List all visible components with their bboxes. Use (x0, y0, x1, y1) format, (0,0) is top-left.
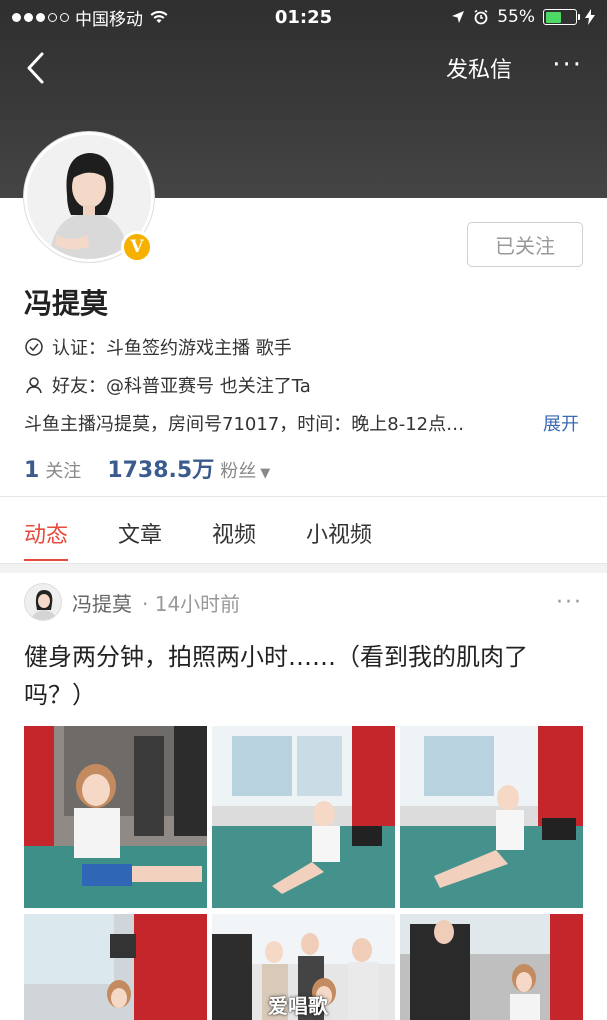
profile-stats: 1 关注 1738.5万 粉丝 ▼ (24, 452, 270, 484)
profile-tabs: 动态 文章 视频 小视频 (0, 497, 607, 563)
charging-icon (585, 9, 595, 25)
send-message-button[interactable]: 发私信 (446, 52, 512, 84)
wifi-icon (150, 10, 168, 23)
post-photo-4[interactable] (24, 914, 207, 1020)
location-arrow-icon (452, 11, 465, 23)
follow-status-button[interactable]: 已关注 (467, 222, 583, 267)
user-icon (26, 377, 42, 394)
post-header: 冯提莫 · 14小时前 (24, 583, 240, 621)
post-avatar[interactable] (24, 583, 62, 621)
following-count[interactable]: 1 (24, 458, 39, 483)
section-gap (0, 563, 607, 573)
status-left: 中国移动 (12, 5, 232, 30)
status-right: 55% (451, 7, 595, 27)
tab-videos[interactable]: 视频 (212, 497, 256, 563)
status-bar: 中国移动 01:25 55% (0, 0, 607, 34)
bio-text: 斗鱼主播冯提莫，房间号71017，时间：晚上8-12点… (24, 414, 465, 435)
post-more-button[interactable]: ··· (556, 590, 583, 615)
battery-fill (545, 11, 562, 23)
expand-bio-link[interactable]: 展开 (543, 410, 579, 436)
chevron-left-icon (27, 52, 44, 84)
caret-down-icon[interactable]: ▼ (260, 466, 270, 481)
verification-line: 认证：斗鱼签约游戏主播 歌手 (24, 334, 292, 360)
verification-label: 认证： (52, 338, 106, 359)
carrier-label: 中国移动 (75, 9, 143, 30)
check-circle-icon (25, 338, 43, 356)
following-label[interactable]: 关注 (45, 457, 81, 483)
nav-bar: 发私信 ··· (0, 40, 607, 96)
followers-label[interactable]: 粉丝 (220, 457, 256, 483)
watermark-text: 爱唱歌 (268, 994, 328, 1018)
post-author[interactable]: 冯提莫 (72, 588, 132, 617)
post-text: 健身两分钟，拍照两小时……（看到我的肌肉了吗？） (24, 643, 528, 709)
post-photo-2[interactable] (212, 726, 395, 908)
post-photo-grid (24, 726, 584, 1020)
post-time: · 14小时前 (142, 591, 241, 616)
post-photo-3[interactable] (400, 726, 583, 908)
followers-count[interactable]: 1738.5万 (107, 452, 214, 484)
tab-dynamics[interactable]: 动态 (24, 497, 69, 563)
post-photo-6[interactable] (400, 914, 583, 1020)
friends-label: 好友： (52, 376, 106, 397)
friends-text[interactable]: @科普亚赛号 也关注了Ta (106, 376, 311, 397)
battery-percent: 55% (497, 7, 535, 27)
verified-badge-icon: V (121, 231, 153, 263)
battery-icon (543, 9, 580, 25)
friends-line: 好友：@科普亚赛号 也关注了Ta (24, 372, 311, 398)
post-photo-1[interactable] (24, 726, 207, 908)
tab-short-videos[interactable]: 小视频 (306, 497, 372, 563)
signal-icon (12, 12, 69, 22)
more-options-button[interactable]: ··· (552, 50, 583, 80)
profile-name: 冯提莫 (24, 287, 109, 320)
tab-articles[interactable]: 文章 (118, 497, 162, 563)
alarm-icon (474, 9, 488, 25)
verification-text: 斗鱼签约游戏主播 歌手 (106, 338, 292, 359)
back-button[interactable] (20, 48, 56, 88)
